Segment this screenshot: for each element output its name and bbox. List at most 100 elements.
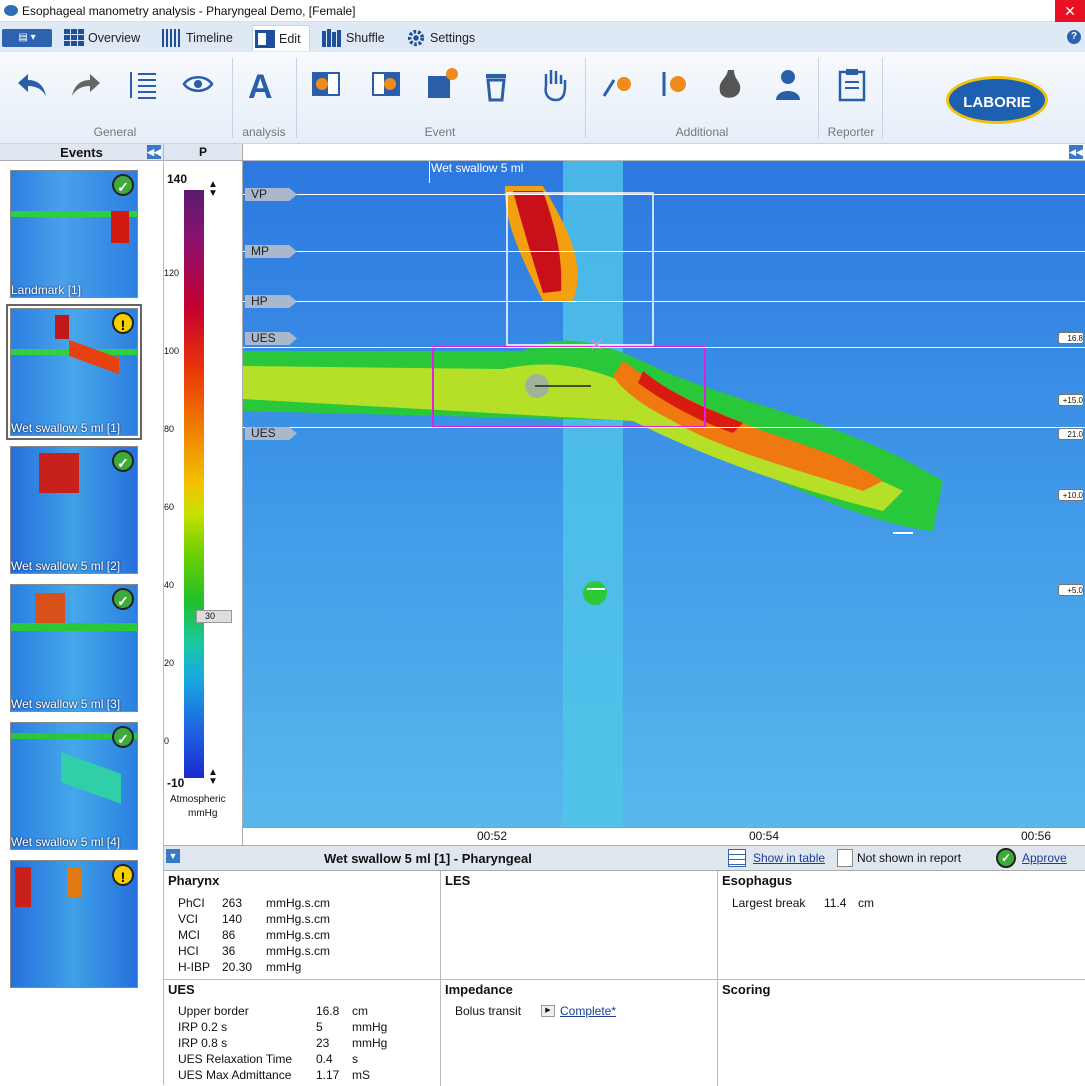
info-button[interactable] xyxy=(658,66,698,112)
not-shown-in-report[interactable]: Not shown in report xyxy=(857,851,961,865)
pharynx-value: 140 xyxy=(222,912,243,926)
ues-value: 16.8 xyxy=(316,1004,340,1018)
heatmap[interactable]: ✕ VP MP HP UES UES 16.8 +15.0 21.0 +10.0… xyxy=(243,161,1085,827)
anatomy-button[interactable] xyxy=(770,66,810,112)
tab-edit-label: Edit xyxy=(279,32,301,46)
table-icon xyxy=(728,849,746,867)
thumb-peak xyxy=(67,867,81,897)
event-thumb-label: Wet swallow 5 ml [4] xyxy=(11,835,121,849)
thumb-peak xyxy=(15,867,31,907)
event-end-icon xyxy=(372,72,400,96)
app-menu-button[interactable]: ▤ ▾ xyxy=(2,29,52,47)
delete-event-button[interactable] xyxy=(478,66,518,112)
stomach-button[interactable] xyxy=(712,66,752,112)
clipboard-icon xyxy=(838,69,866,102)
play-icon[interactable]: ▶ xyxy=(541,1005,555,1017)
event-start-button[interactable] xyxy=(308,66,348,112)
event-marker-line[interactable] xyxy=(429,161,430,183)
close-button[interactable]: ✕ xyxy=(1055,0,1085,22)
svg-text:✕: ✕ xyxy=(589,335,604,355)
landmark-line-ues-upper[interactable] xyxy=(243,347,1085,348)
pharynx-row: PhCI xyxy=(178,896,205,910)
event-thumb-wet-swallow-1[interactable]: ! Wet swallow 5 ml [1] xyxy=(6,304,142,440)
approved-check-icon: ✓ xyxy=(112,174,134,196)
ribbon-group-additional: Additional xyxy=(675,125,729,139)
event-thumb-wet-swallow-3[interactable]: ✓ Wet swallow 5 ml [3] xyxy=(10,584,138,712)
event-end-button[interactable] xyxy=(368,66,408,112)
landmark-line-ues-lower[interactable] xyxy=(243,427,1085,428)
ues-unit: mS xyxy=(352,1068,370,1082)
redo-button[interactable] xyxy=(68,66,108,112)
landmark-tag-vp[interactable]: VP xyxy=(245,188,297,201)
tick-60: 60 xyxy=(164,502,175,512)
unit-label-2: mmHg xyxy=(188,808,218,819)
metric-name: PhCI xyxy=(178,896,205,910)
tab-shuffle[interactable]: Shuffle xyxy=(320,25,385,51)
ues-unit: mmHg xyxy=(352,1036,388,1050)
scale-min: -10 xyxy=(167,776,185,790)
pharynx-section: Pharynx PhCI 263 mmHg.s.cm VCI 140 mmHg.… xyxy=(164,871,441,980)
svg-text:A: A xyxy=(248,68,273,102)
threshold-marker[interactable]: 30 xyxy=(196,610,232,623)
bolus-transit-value[interactable]: Complete* xyxy=(560,1004,616,1018)
report-button[interactable] xyxy=(834,66,874,112)
tab-timeline[interactable]: Timeline xyxy=(160,25,233,51)
approved-check-icon: ✓ xyxy=(112,726,134,748)
edit-icon xyxy=(255,30,275,48)
landmark-line-mp[interactable] xyxy=(243,251,1085,252)
ribbon: A General analysis Event Additional Repo… xyxy=(0,52,1085,144)
pharynx-title: Pharynx xyxy=(168,873,220,888)
event-thumb-wet-swallow-4[interactable]: ✓ Wet swallow 5 ml [4] xyxy=(10,722,138,850)
landmark-line-vp[interactable] xyxy=(243,194,1085,195)
event-marker-label: Wet swallow 5 ml xyxy=(431,161,524,175)
esophagus-section: Esophagus Largest break 11.4 cm xyxy=(718,871,1085,980)
timeline-icon xyxy=(162,29,180,47)
collapse-right-button[interactable]: ◀◀ xyxy=(1069,145,1083,159)
landmark-tag-mp[interactable]: MP xyxy=(245,245,297,258)
landmark-tag-ues-upper[interactable]: UES xyxy=(245,332,297,345)
approve-link[interactable]: Approve xyxy=(1022,851,1067,865)
largest-break-value: 11.4 xyxy=(824,896,847,910)
time-label-0052: 00:52 xyxy=(477,829,508,843)
expand-results-button[interactable]: ▼ xyxy=(166,849,180,863)
ues-unit: mmHg xyxy=(352,1020,388,1034)
collapse-left-button[interactable]: ◀◀ xyxy=(147,145,161,159)
metric-name: Upper border xyxy=(178,1004,249,1018)
landmark-tag-hp[interactable]: HP xyxy=(245,295,297,308)
annotation-button[interactable]: A xyxy=(244,66,284,112)
landmark-line-hp[interactable] xyxy=(243,301,1085,302)
gear-icon xyxy=(407,29,425,47)
laborie-logo: LABORIE xyxy=(946,76,1048,124)
pharynx-unit: mmHg xyxy=(266,960,302,974)
tab-overview-label: Overview xyxy=(88,31,141,45)
undo-button[interactable] xyxy=(14,66,54,112)
metric-name: IRP 0.8 s xyxy=(178,1036,228,1050)
person-icon xyxy=(776,70,800,100)
pan-button[interactable] xyxy=(536,66,576,112)
ues-unit: cm xyxy=(352,1004,368,1018)
scale-down-arrows[interactable]: ▲ ▼ xyxy=(208,768,218,787)
add-event-button[interactable] xyxy=(424,66,464,112)
show-in-table-link[interactable]: Show in table xyxy=(753,851,825,865)
tick-80: 80 xyxy=(164,424,175,434)
tab-edit[interactable]: Edit xyxy=(252,25,310,51)
tab-overview[interactable]: Overview xyxy=(62,25,140,51)
pressure-scale: P 140 ▲ ▼ 120 100 80 60 40 20 0 30 -10 ▲ ▼… xyxy=(164,144,243,845)
scale-up-arrows[interactable]: ▲ ▼ xyxy=(208,180,218,199)
time-label-0054: 00:54 xyxy=(749,829,780,843)
tab-timeline-label: Timeline xyxy=(186,31,233,45)
info-pointer-button[interactable] xyxy=(600,66,640,112)
warning-icon: ! xyxy=(112,312,134,334)
landmark-tag-ues-lower[interactable]: UES xyxy=(245,427,297,440)
tab-settings[interactable]: Settings xyxy=(404,25,475,51)
event-thumb-6[interactable]: ! xyxy=(10,860,138,988)
pressure-topography-plot[interactable]: ◀◀ ✕ VP MP HP UES UES 16.8 +15.0 21.0 +1… xyxy=(243,144,1085,845)
thumb-peak xyxy=(39,453,79,493)
event-thumb-wet-swallow-2[interactable]: ✓ Wet swallow 5 ml [2] xyxy=(10,446,138,574)
event-thumb-landmark-1[interactable]: ✓ Landmark [1] xyxy=(10,170,138,298)
view-button[interactable] xyxy=(180,66,220,112)
tick-0: 0 xyxy=(164,736,170,746)
help-icon[interactable]: ? xyxy=(1067,30,1081,44)
list-button[interactable] xyxy=(124,66,164,112)
info-icon xyxy=(662,72,686,96)
